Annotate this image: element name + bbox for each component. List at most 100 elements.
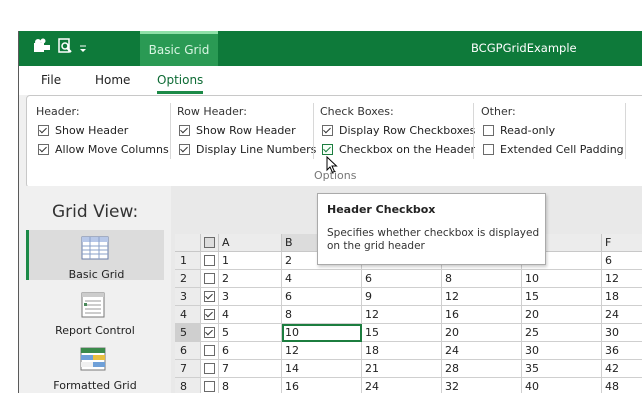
grid-cell[interactable]: 9 bbox=[362, 288, 442, 306]
show-header-checkbox[interactable]: Show Header bbox=[38, 124, 128, 137]
table-row[interactable]: 7 7 14 21 28 35 42 bbox=[175, 360, 642, 378]
grid-cell[interactable]: 20 bbox=[442, 324, 522, 342]
sidebar-item-report-control[interactable]: Report Control bbox=[26, 286, 164, 337]
grid-cell[interactable]: 7 bbox=[219, 360, 282, 378]
row-number[interactable]: 2 bbox=[175, 270, 201, 288]
header-checkbox-icon[interactable] bbox=[204, 237, 215, 248]
grid-cell[interactable]: 18 bbox=[602, 288, 642, 306]
grid-cell[interactable]: 1 bbox=[219, 252, 282, 270]
tab-home[interactable]: Home bbox=[95, 66, 130, 95]
show-row-header-checkbox[interactable]: Show Row Header bbox=[179, 124, 296, 137]
grid-cell[interactable]: 30 bbox=[602, 324, 642, 342]
grid-cell[interactable]: 6 bbox=[282, 288, 362, 306]
read-only-checkbox[interactable]: Read-only bbox=[483, 124, 555, 137]
row-checkbox-icon[interactable] bbox=[204, 381, 215, 392]
grid-cell[interactable]: 14 bbox=[282, 360, 362, 378]
grid-cell[interactable]: 5 bbox=[219, 324, 282, 342]
grid-cell[interactable]: 36 bbox=[602, 342, 642, 360]
sidebar-item-formatted-grid[interactable]: Formatted Grid bbox=[26, 341, 164, 392]
grid-view-pane: Grid View: Basic Grid Report Control For… bbox=[19, 186, 171, 393]
display-line-numbers-checkbox[interactable]: Display Line Numbers bbox=[179, 143, 316, 156]
row-checkbox-icon[interactable] bbox=[204, 291, 215, 302]
grid-cell[interactable]: 28 bbox=[442, 360, 522, 378]
grid-cell[interactable]: 42 bbox=[602, 360, 642, 378]
context-tab-basic-grid[interactable]: Basic Grid bbox=[140, 31, 218, 66]
row-checkbox-icon[interactable] bbox=[204, 363, 215, 374]
column-header-a[interactable]: A bbox=[219, 234, 282, 252]
grid-cell[interactable]: 35 bbox=[522, 360, 602, 378]
grid-cell[interactable]: 25 bbox=[522, 324, 602, 342]
grid-cell[interactable]: 12 bbox=[602, 270, 642, 288]
grid-cell[interactable]: 32 bbox=[442, 378, 522, 393]
grid-cell[interactable]: 24 bbox=[362, 378, 442, 393]
table-row[interactable]: 5 5 10 15 20 25 30 bbox=[175, 324, 642, 342]
grid-cell[interactable]: 24 bbox=[602, 306, 642, 324]
grid-cell[interactable]: 3 bbox=[219, 288, 282, 306]
display-row-checkboxes-checkbox[interactable]: Display Row Checkboxes bbox=[322, 124, 475, 137]
row-checkbox-icon[interactable] bbox=[204, 273, 215, 284]
quick-access-toolbar bbox=[33, 38, 87, 58]
grid-cell[interactable]: 10 bbox=[282, 324, 362, 342]
row-checkbox-cell[interactable] bbox=[201, 270, 219, 288]
grid-cell[interactable]: 6 bbox=[219, 342, 282, 360]
grid-cell[interactable]: 12 bbox=[362, 306, 442, 324]
grid-cell[interactable]: 16 bbox=[442, 306, 522, 324]
row-checkbox-icon[interactable] bbox=[204, 255, 215, 266]
grid-cell[interactable]: 48 bbox=[602, 378, 642, 393]
grid-cell[interactable]: 4 bbox=[282, 270, 362, 288]
print-preview-icon[interactable] bbox=[57, 38, 73, 58]
row-number[interactable]: 5 bbox=[175, 324, 201, 342]
row-checkbox-cell[interactable] bbox=[201, 288, 219, 306]
table-row[interactable]: 6 6 12 18 24 30 36 bbox=[175, 342, 642, 360]
row-number[interactable]: 3 bbox=[175, 288, 201, 306]
grid-cell[interactable]: 40 bbox=[522, 378, 602, 393]
grid-cell[interactable]: 15 bbox=[522, 288, 602, 306]
table-row[interactable]: 2 2 4 6 8 10 12 bbox=[175, 270, 642, 288]
grid-cell[interactable]: 30 bbox=[522, 342, 602, 360]
grid-cell[interactable]: 8 bbox=[282, 306, 362, 324]
allow-move-columns-checkbox[interactable]: Allow Move Columns bbox=[38, 143, 169, 156]
grid-cell[interactable]: 20 bbox=[522, 306, 602, 324]
row-checkbox-icon[interactable] bbox=[204, 327, 215, 338]
app-menu-icon[interactable] bbox=[33, 38, 51, 58]
row-number[interactable]: 7 bbox=[175, 360, 201, 378]
grid-cell[interactable]: 8 bbox=[442, 270, 522, 288]
grid-cell[interactable]: 21 bbox=[362, 360, 442, 378]
row-checkbox-cell[interactable] bbox=[201, 360, 219, 378]
grid-cell[interactable]: 12 bbox=[442, 288, 522, 306]
grid-cell[interactable]: 6 bbox=[362, 270, 442, 288]
grid-cell[interactable]: 8 bbox=[219, 378, 282, 393]
row-checkbox-cell[interactable] bbox=[201, 306, 219, 324]
row-number[interactable]: 4 bbox=[175, 306, 201, 324]
grid-cell[interactable]: 10 bbox=[522, 270, 602, 288]
corner-cell[interactable] bbox=[175, 234, 201, 252]
tab-file[interactable]: File bbox=[41, 66, 61, 95]
row-checkbox-cell[interactable] bbox=[201, 378, 219, 393]
grid-cell[interactable]: 12 bbox=[282, 342, 362, 360]
row-checkbox-icon[interactable] bbox=[204, 309, 215, 320]
row-checkbox-cell[interactable] bbox=[201, 252, 219, 270]
grid-cell[interactable]: 18 bbox=[362, 342, 442, 360]
header-checkbox-cell[interactable] bbox=[201, 234, 219, 252]
customize-qat-icon[interactable] bbox=[79, 39, 87, 58]
grid-cell[interactable]: 15 bbox=[362, 324, 442, 342]
table-row[interactable]: 8 8 16 24 32 40 48 bbox=[175, 378, 642, 393]
tab-options[interactable]: Options bbox=[157, 66, 204, 95]
row-number[interactable]: 1 bbox=[175, 252, 201, 270]
row-number[interactable]: 8 bbox=[175, 378, 201, 393]
sidebar-item-basic-grid[interactable]: Basic Grid bbox=[26, 230, 164, 281]
row-checkbox-cell[interactable] bbox=[201, 342, 219, 360]
row-checkbox-icon[interactable] bbox=[204, 345, 215, 356]
grid-cell[interactable]: 24 bbox=[442, 342, 522, 360]
table-row[interactable]: 4 4 8 12 16 20 24 bbox=[175, 306, 642, 324]
grid-cell[interactable]: 2 bbox=[219, 270, 282, 288]
extended-cell-padding-checkbox[interactable]: Extended Cell Padding bbox=[483, 143, 624, 156]
table-row[interactable]: 3 3 6 9 12 15 18 bbox=[175, 288, 642, 306]
grid-cell[interactable]: 16 bbox=[282, 378, 362, 393]
row-number[interactable]: 6 bbox=[175, 342, 201, 360]
grid-cell[interactable]: 4 bbox=[219, 306, 282, 324]
column-header-f[interactable]: F bbox=[602, 234, 642, 252]
checkbox-on-header-checkbox[interactable]: Checkbox on the Header bbox=[322, 143, 475, 156]
row-checkbox-cell[interactable] bbox=[201, 324, 219, 342]
grid-cell[interactable]: 6 bbox=[602, 252, 642, 270]
